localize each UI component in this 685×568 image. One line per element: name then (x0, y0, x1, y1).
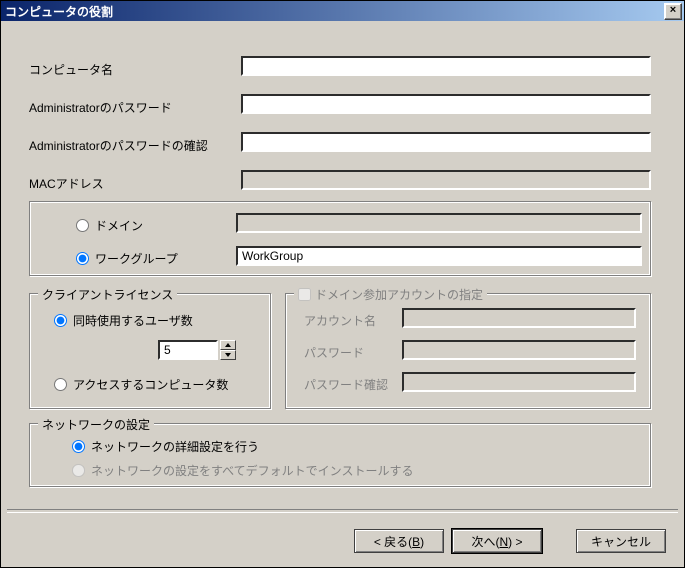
network-default-label: ネットワークの設定をすべてデフォルトでインストールする (91, 462, 413, 479)
domain-account-checkbox (298, 288, 311, 301)
account-name-label: アカウント名 (304, 312, 376, 329)
workgroup-radio[interactable] (76, 252, 89, 265)
computer-name-label: コンピュータ名 (29, 61, 113, 78)
workgroup-radio-label: ワークグループ (95, 250, 178, 267)
per-server-radio[interactable] (54, 378, 67, 391)
admin-password-confirm-input[interactable] (241, 132, 651, 152)
workgroup-input[interactable] (236, 246, 642, 266)
next-button[interactable]: 次へ(N) > (452, 529, 542, 553)
mac-address-label: MACアドレス (29, 175, 104, 192)
account-password-confirm-label: パスワード確認 (304, 376, 388, 393)
domain-input (236, 213, 642, 233)
domain-account-legend: ドメイン参加アカウントの指定 (315, 286, 483, 303)
back-button[interactable]: < 戻る(B) (354, 529, 444, 553)
titlebar: コンピュータの役割 × (1, 1, 684, 21)
account-name-input (402, 308, 636, 328)
client-license-legend: クライアントライセンス (38, 286, 177, 303)
account-password-input (402, 340, 636, 360)
domain-account-legend-wrap: ドメイン参加アカウントの指定 (294, 286, 487, 303)
admin-password-label: Administratorのパスワード (29, 99, 172, 116)
button-bar-separator (7, 509, 678, 513)
domain-radio[interactable] (76, 219, 89, 232)
license-count-down-button[interactable] (220, 350, 236, 360)
mac-address-input (241, 170, 651, 190)
network-legend: ネットワークの設定 (38, 416, 154, 433)
membership-group: ドメイン ワークグループ (29, 201, 651, 276)
network-default-radio (72, 464, 85, 477)
close-button[interactable]: × (664, 3, 682, 20)
cancel-button[interactable]: キャンセル (576, 529, 666, 553)
per-seat-radio[interactable] (54, 314, 67, 327)
client-license-group: クライアントライセンス 同時使用するユーザ数 アクセスするコンピュータ数 (29, 293, 271, 409)
per-server-label: アクセスするコンピュータ数 (73, 376, 228, 393)
per-seat-label: 同時使用するユーザ数 (73, 312, 193, 329)
network-group: ネットワークの設定 ネットワークの詳細設定を行う ネットワークの設定をすべてデフ… (29, 423, 651, 487)
computer-name-input[interactable] (241, 56, 651, 76)
account-password-label: パスワード (304, 344, 364, 361)
network-custom-radio[interactable] (72, 440, 85, 453)
domain-account-group: ドメイン参加アカウントの指定 アカウント名 パスワード パスワード確認 (285, 293, 651, 409)
window-title: コンピュータの役割 (5, 3, 113, 20)
network-custom-label: ネットワークの詳細設定を行う (91, 438, 259, 455)
domain-radio-label: ドメイン (95, 217, 143, 234)
account-password-confirm-input (402, 372, 636, 392)
license-count-input[interactable] (158, 340, 218, 360)
admin-password-input[interactable] (241, 94, 651, 114)
license-count-up-button[interactable] (220, 340, 236, 350)
admin-password-confirm-label: Administratorのパスワードの確認 (29, 137, 208, 154)
